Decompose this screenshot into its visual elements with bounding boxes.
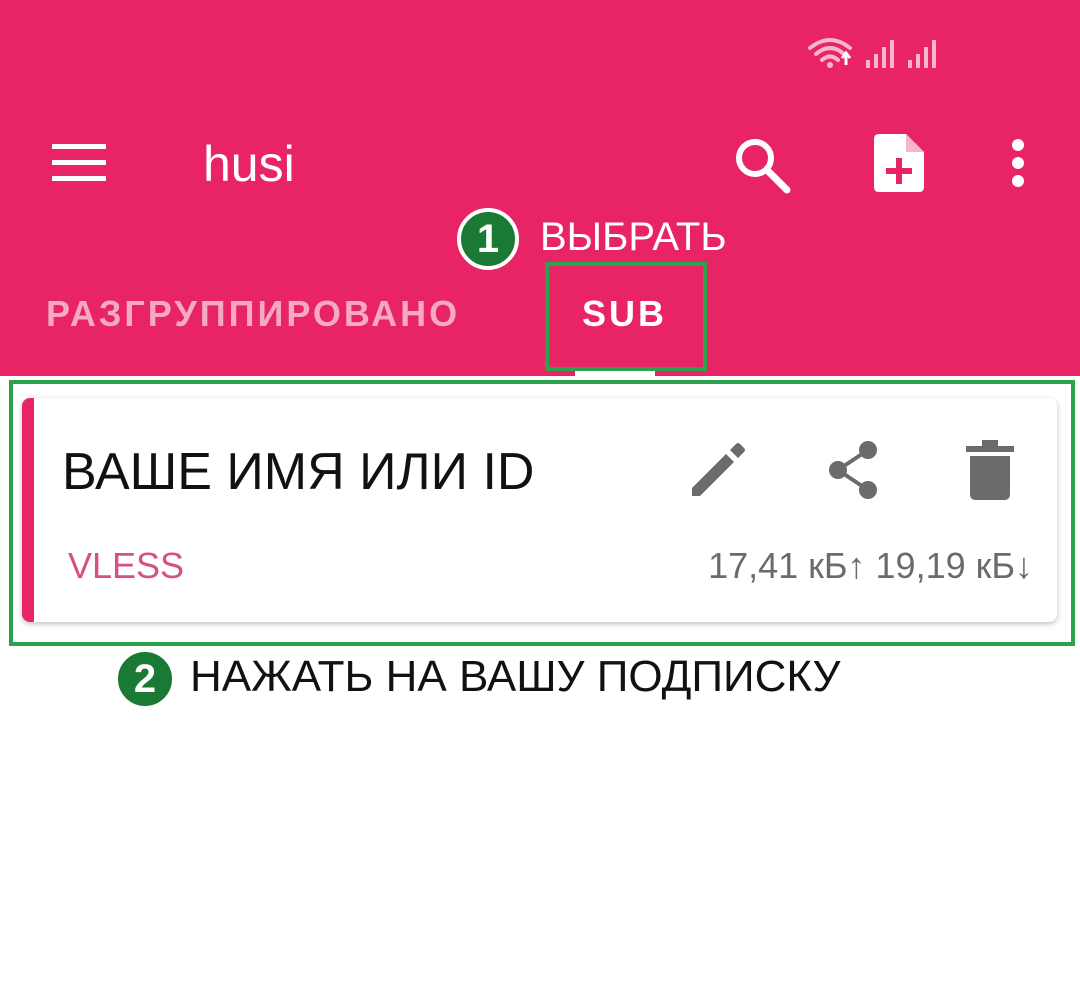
step-2-label: НАЖАТЬ НА ВАШУ ПОДПИСКУ (190, 652, 841, 701)
share-icon (829, 441, 877, 499)
signal-icon (866, 38, 894, 68)
app-bar: husi 1 ВЫБРАТЬ РАЗГРУППИРОВАНО SUB (0, 0, 1080, 376)
app-title: husi (203, 136, 295, 192)
search-icon (736, 139, 791, 194)
edit-icon (692, 443, 745, 496)
delete-icon (966, 440, 1014, 500)
card-accent-bar (22, 398, 34, 622)
menu-icon (52, 144, 106, 181)
delete-button[interactable] (964, 438, 1016, 502)
wifi-icon (808, 36, 852, 68)
profile-card[interactable]: ВАШЕ ИМЯ ИЛИ ID VLESS 17,41 кБ↑ 19,19 кБ… (22, 398, 1057, 622)
edit-button[interactable] (686, 438, 750, 502)
profile-traffic: 17,41 кБ↑ 19,19 кБ↓ (708, 545, 1033, 586)
step-1-label: ВЫБРАТЬ (540, 215, 727, 259)
add-profile-button[interactable] (874, 134, 924, 192)
search-button[interactable] (733, 136, 791, 194)
menu-button[interactable] (52, 140, 108, 186)
highlight-tab-box (545, 262, 707, 371)
more-vert-icon (1012, 139, 1024, 187)
more-options-button[interactable] (1002, 138, 1034, 190)
share-button[interactable] (822, 438, 886, 502)
step-1-badge: 1 (457, 208, 519, 270)
signal-icon (908, 38, 936, 68)
add-file-icon (874, 134, 924, 192)
status-bar (808, 34, 936, 68)
profile-name: ВАШЕ ИМЯ ИЛИ ID (62, 443, 535, 501)
tab-ungrouped[interactable]: РАЗГРУППИРОВАНО (46, 292, 460, 336)
step-2-badge: 2 (114, 648, 176, 710)
profile-type: VLESS (68, 545, 185, 586)
